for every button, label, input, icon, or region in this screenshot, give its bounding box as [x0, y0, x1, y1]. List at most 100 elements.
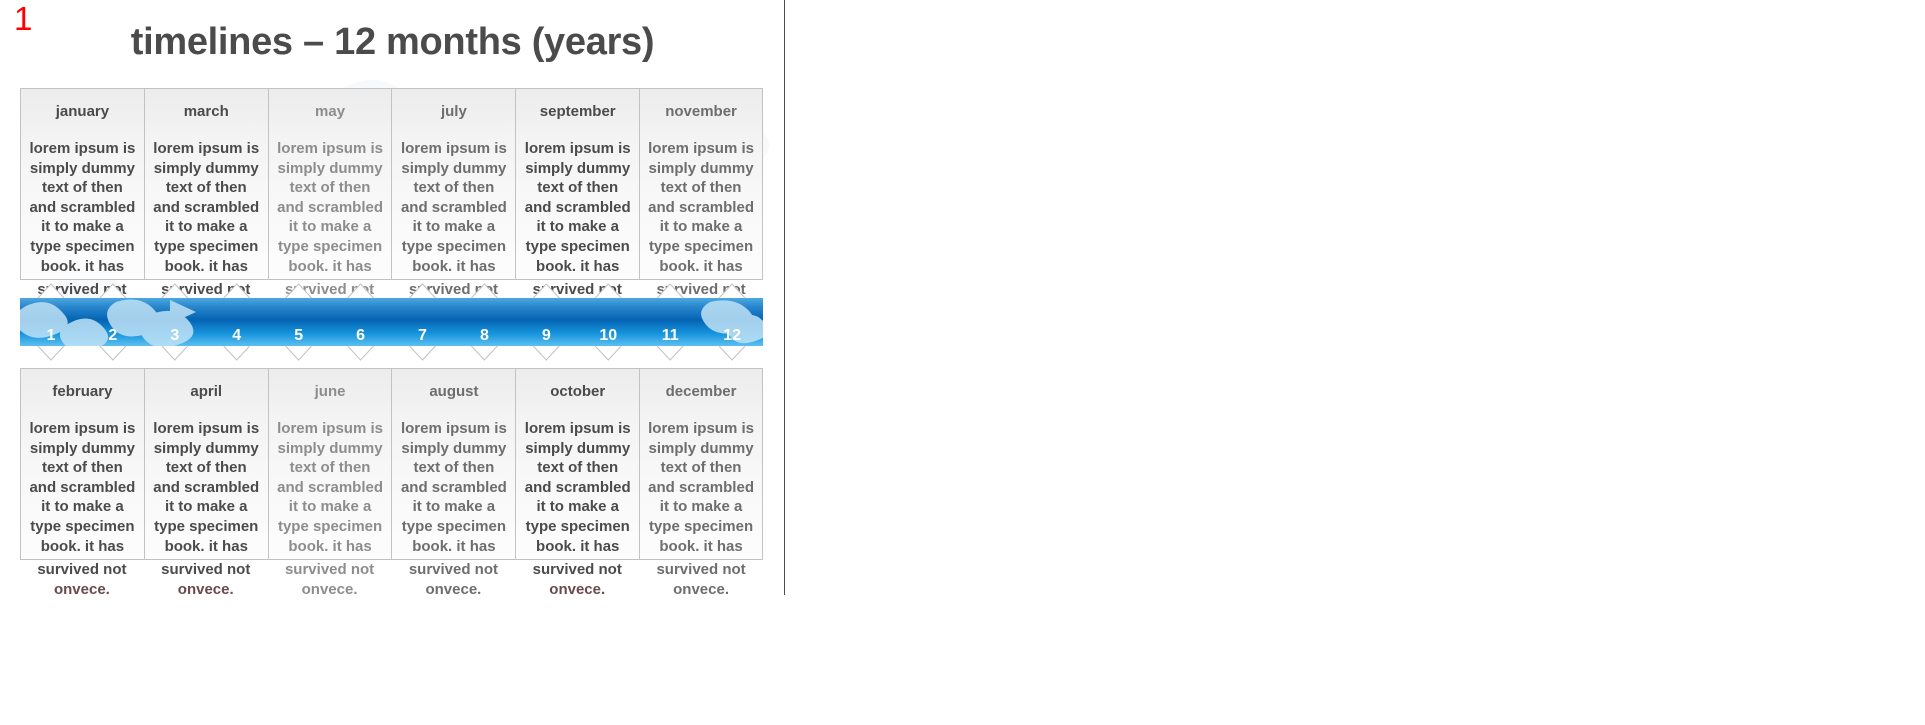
- body-line: it to make a: [659, 498, 743, 516]
- month-body: lorem ipsum is simply dummy text of then an…: [145, 419, 268, 556]
- overflow-line: onvece.: [53, 580, 110, 598]
- body-line: simply dummy: [153, 439, 259, 457]
- month-body: lorem ipsum is simply dummy text of then an…: [392, 419, 515, 556]
- month-cell-january[interactable]: january lorem ipsum is simply dummy text o…: [20, 88, 144, 280]
- body-line: lorem ipsum is: [524, 420, 631, 437]
- body-line: text of then: [660, 179, 742, 197]
- timeline-number[interactable]: 11: [639, 298, 701, 346]
- overflow-line: onvece.: [177, 580, 234, 598]
- timeline-bar[interactable]: 1 2 3 4 5 6 7 8 9 10 11 12: [20, 298, 763, 346]
- month-cell-november[interactable]: november lorem ipsum is simply dummy text …: [639, 88, 763, 280]
- overflow-line: onvece.: [301, 580, 358, 598]
- pointer-down: [223, 346, 250, 360]
- body-line: it to make a: [288, 218, 372, 236]
- body-line: lorem ipsum is: [648, 420, 754, 437]
- timeline-number[interactable]: 3: [144, 298, 206, 346]
- month-label: november: [665, 103, 737, 120]
- timeline-number[interactable]: 5: [268, 298, 330, 346]
- month-cell-april[interactable]: april lorem ipsum is simply dummy text of …: [143, 368, 268, 560]
- month-cell-june[interactable]: june lorem ipsum is simply dummy text of t…: [267, 368, 392, 560]
- slide-canvas: 1 timelines – 12 months (years) january …: [0, 0, 785, 725]
- body-line: type specimen: [401, 237, 506, 255]
- page-title: timelines – 12 months (years): [130, 21, 655, 63]
- month-label: march: [183, 103, 229, 120]
- timeline-number[interactable]: 12: [701, 298, 763, 346]
- body-line: type specimen: [648, 517, 754, 535]
- top-month-row: january lorem ipsum is simply dummy text o…: [20, 88, 763, 280]
- body-line: book. it has: [40, 257, 125, 275]
- month-cell-march[interactable]: march lorem ipsum is simply dummy text of …: [143, 88, 268, 280]
- body-line: type specimen: [401, 517, 506, 535]
- body-line: it to make a: [536, 218, 619, 236]
- pointer-up: [409, 284, 436, 298]
- body-line: simply dummy: [277, 159, 383, 177]
- body-line: simply dummy: [29, 159, 135, 177]
- overflow-line: onvece.: [673, 580, 729, 598]
- month-body: lorem ipsum is simply dummy text of then an…: [640, 139, 762, 276]
- body-line: book. it has: [164, 537, 248, 555]
- month-body: lorem ipsum is simply dummy text of then an…: [392, 139, 515, 276]
- body-line: lorem ipsum is: [29, 140, 136, 157]
- timeline-number[interactable]: 7: [392, 298, 454, 346]
- pointer-down: [37, 346, 64, 360]
- body-line: lorem ipsum is: [400, 140, 507, 157]
- month-label: july: [440, 103, 467, 120]
- body-line: it to make a: [41, 498, 124, 516]
- body-line: text of then: [537, 179, 619, 197]
- month-cell-december[interactable]: december lorem ipsum is simply dummy text …: [639, 368, 763, 560]
- body-line: text of then: [537, 459, 619, 477]
- body-line: and scrambled: [648, 478, 754, 496]
- body-line: type specimen: [525, 517, 630, 535]
- pointer-down: [657, 346, 684, 360]
- overflow-line: survived not: [161, 561, 251, 578]
- month-label: june: [314, 383, 346, 400]
- body-line: lorem ipsum is: [153, 140, 260, 157]
- body-line: it to make a: [164, 218, 248, 236]
- pointer-down: [595, 346, 622, 360]
- pointer-down: [347, 346, 374, 360]
- body-line: simply dummy: [277, 439, 383, 457]
- pointer-up: [347, 284, 374, 298]
- body-line: simply dummy: [29, 439, 135, 457]
- timeline-number[interactable]: 6: [330, 298, 392, 346]
- pointer-up: [595, 284, 622, 298]
- month-cell-may[interactable]: may lorem ipsum is simply dummy text of th…: [267, 88, 392, 280]
- body-line: book. it has: [412, 537, 496, 555]
- body-line: and scrambled: [153, 478, 260, 496]
- month-cell-october[interactable]: october lorem ipsum is simply dummy text o…: [515, 368, 640, 560]
- month-body: lorem ipsum is simply dummy text of then an…: [145, 139, 268, 276]
- body-line: book. it has: [536, 537, 620, 555]
- body-line: text of then: [289, 459, 371, 477]
- pointer-up: [161, 284, 188, 298]
- timeline-number[interactable]: 4: [206, 298, 268, 346]
- body-line: text of then: [289, 179, 371, 197]
- timeline-number[interactable]: 8: [453, 298, 515, 346]
- body-line: and scrambled: [29, 478, 136, 496]
- pointer-down: [409, 346, 436, 360]
- body-line: and scrambled: [400, 478, 507, 496]
- month-cell-february[interactable]: february lorem ipsum is simply dummy text …: [20, 368, 144, 560]
- pointer-up: [471, 284, 498, 298]
- body-line: it to make a: [412, 218, 496, 236]
- month-body: lorem ipsum is simply dummy text of then an…: [516, 419, 639, 556]
- month-cell-september[interactable]: september lorem ipsum is simply dummy text…: [515, 88, 640, 280]
- month-label: may: [315, 103, 346, 120]
- month-cell-august[interactable]: august lorem ipsum is simply dummy text of…: [391, 368, 516, 560]
- body-line: and scrambled: [277, 198, 383, 216]
- month-body: lorem ipsum is simply dummy text of then an…: [21, 419, 144, 556]
- body-line: book. it has: [412, 257, 496, 275]
- body-line: book. it has: [164, 257, 248, 275]
- body-line: text of then: [165, 179, 247, 197]
- body-line: type specimen: [154, 237, 259, 255]
- timeline-number[interactable]: 2: [82, 298, 144, 346]
- body-line: text of then: [165, 459, 247, 477]
- timeline-number[interactable]: 10: [577, 298, 639, 346]
- month-label: october: [550, 383, 606, 400]
- timeline-numbers: 1 2 3 4 5 6 7 8 9 10 11 12: [20, 298, 763, 346]
- overflow-line: survived not: [284, 561, 375, 578]
- timeline-number[interactable]: 1: [20, 298, 82, 346]
- month-cell-july[interactable]: july lorem ipsum is simply dummy text of t…: [391, 88, 516, 280]
- overflow-line: survived not: [656, 561, 746, 578]
- pointer-up: [37, 284, 64, 298]
- timeline-number[interactable]: 9: [515, 298, 577, 346]
